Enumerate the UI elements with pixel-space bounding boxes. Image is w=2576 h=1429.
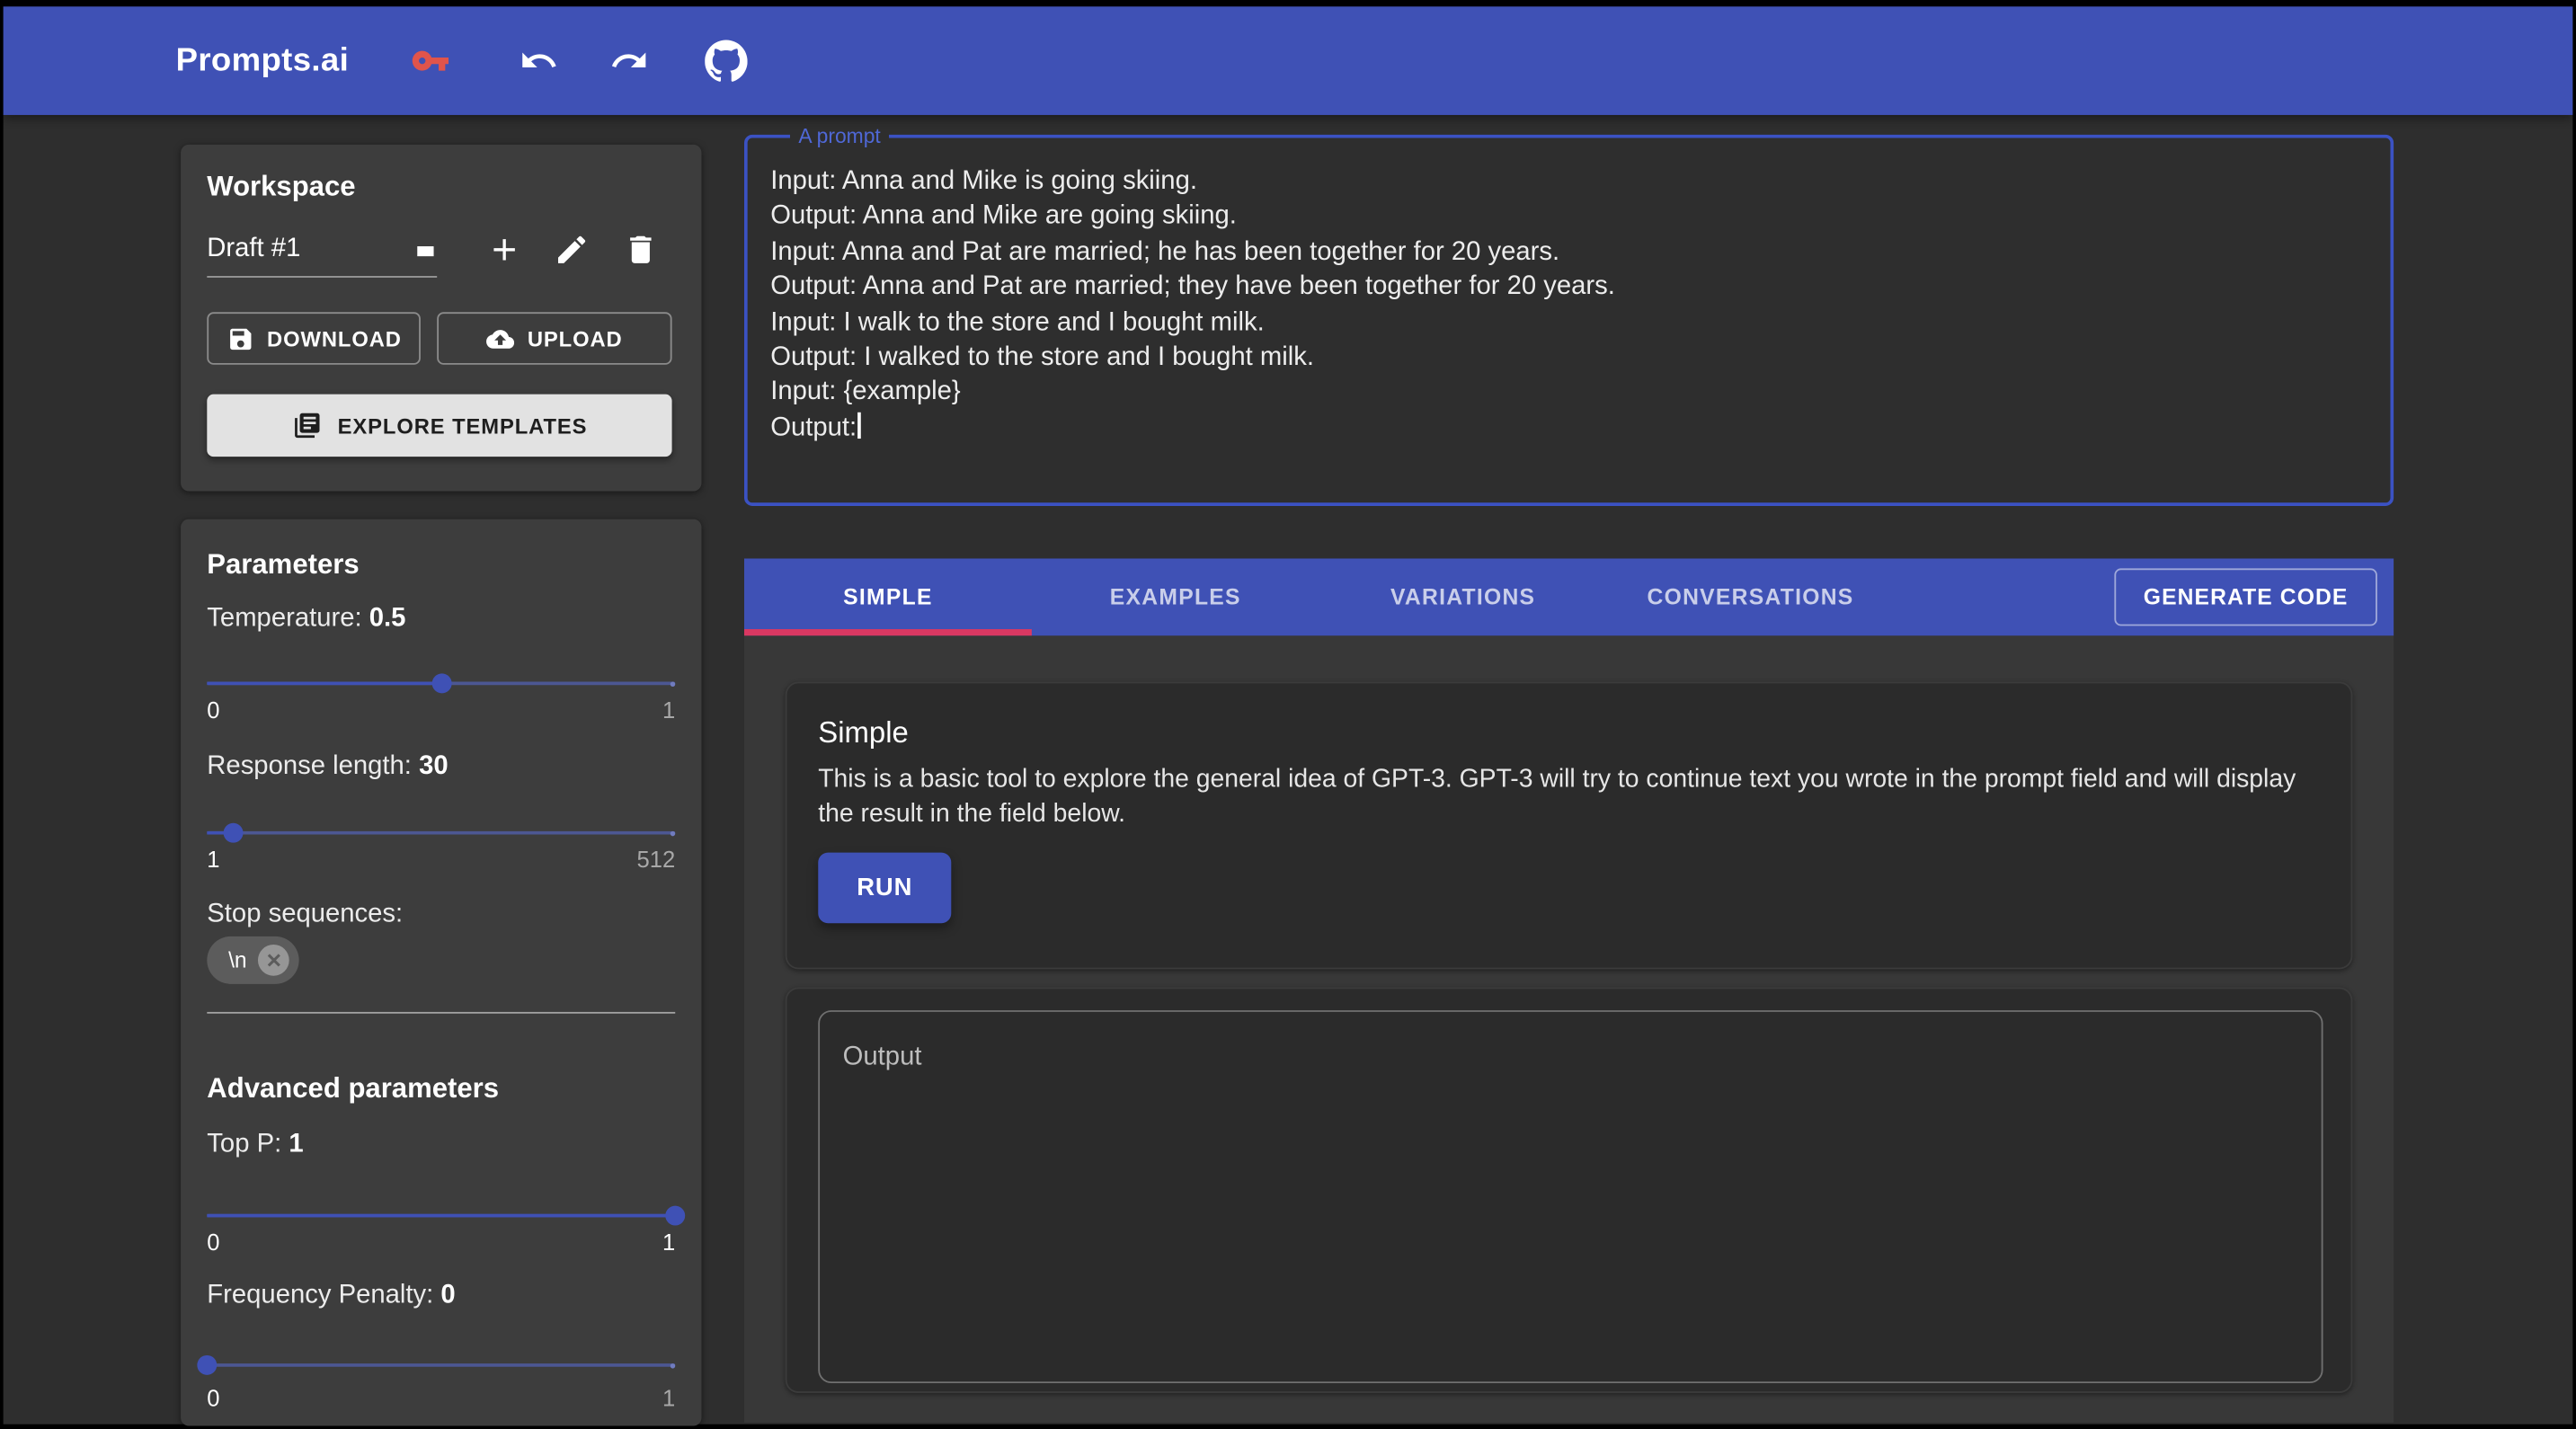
key-icon	[412, 41, 451, 81]
dropdown-caret-icon	[417, 246, 433, 256]
explore-templates-label: EXPLORE TEMPLATES	[338, 413, 588, 438]
frequency-penalty-value: 0	[440, 1282, 455, 1309]
prompt-line: Input: Anna and Mike is going skiing.	[770, 164, 2367, 200]
frequency-penalty-min: 0	[207, 1385, 219, 1411]
stop-sequences-underline[interactable]	[207, 1012, 675, 1014]
frequency-penalty-minmax: 0 1	[207, 1385, 675, 1411]
workspace-panel: Workspace Draft #1 DOWNLOAD	[181, 145, 701, 492]
temperature-label: Temperature: 0.5	[207, 605, 405, 635]
simple-description: This is a basic tool to explore the gene…	[818, 762, 2321, 831]
app-title: Prompts.ai	[176, 42, 350, 80]
response-length-slider[interactable]	[207, 823, 675, 843]
upload-button[interactable]: UPLOAD	[437, 312, 671, 364]
explore-templates-button[interactable]: EXPLORE TEMPLATES	[207, 395, 671, 457]
api-key-button[interactable]	[412, 41, 451, 81]
save-icon	[226, 324, 253, 352]
frequency-penalty-max: 1	[662, 1385, 675, 1411]
redo-button[interactable]	[610, 41, 650, 81]
edit-workspace-button[interactable]	[544, 224, 600, 280]
workspace-select-value: Draft #1	[207, 226, 437, 272]
undo-button[interactable]	[520, 41, 559, 81]
active-tab-indicator	[744, 628, 1032, 635]
prompt-field-legend: A prompt	[790, 125, 889, 148]
temperature-minmax: 0 1	[207, 697, 675, 723]
prompt-line: Output: Anna and Mike are going skiing.	[770, 200, 2367, 235]
top-p-value: 1	[289, 1131, 303, 1158]
delete-icon	[623, 231, 659, 272]
prompt-field[interactable]: A prompt Input: Anna and Mike is going s…	[744, 125, 2394, 506]
temperature-min: 0	[207, 697, 219, 723]
add-workspace-button[interactable]	[476, 224, 532, 280]
download-button[interactable]: DOWNLOAD	[207, 312, 421, 364]
frequency-penalty-slider-thumb[interactable]	[197, 1355, 217, 1375]
temperature-max: 1	[662, 697, 675, 723]
response-length-slider-thumb[interactable]	[224, 823, 244, 843]
simple-heading: Simple	[818, 716, 909, 750]
stop-sequence-chip-text: \n	[228, 948, 247, 972]
temperature-slider-thumb[interactable]	[431, 673, 451, 693]
prompt-line: Input: {example}	[770, 376, 2367, 411]
top-p-slider-thumb[interactable]	[665, 1206, 685, 1226]
github-icon	[706, 40, 749, 83]
tab-conversations[interactable]: CONVERSATIONS	[1607, 558, 1895, 635]
temperature-slider[interactable]	[207, 673, 675, 693]
advanced-parameters-heading: Advanced parameters	[207, 1073, 499, 1106]
top-p-label: Top P: 1	[207, 1131, 303, 1160]
response-length-minmax: 1 512	[207, 846, 675, 872]
undo-icon	[520, 41, 559, 81]
response-length-value: 30	[419, 752, 449, 780]
edit-icon	[554, 231, 590, 272]
mode-tabs: SIMPLE EXAMPLES VARIATIONS CONVERSATIONS…	[744, 558, 2394, 635]
response-length-max: 512	[637, 846, 676, 872]
parameters-panel: Parameters Temperature: 0.5 0 1 Response…	[181, 519, 701, 1426]
generate-code-button[interactable]: GENERATE CODE	[2114, 568, 2376, 626]
prompt-line: Input: Anna and Pat are married; he has …	[770, 235, 2367, 270]
parameters-heading: Parameters	[207, 548, 359, 581]
workspace-heading: Workspace	[207, 171, 355, 204]
workspace-select[interactable]: Draft #1	[207, 226, 437, 278]
tab-examples[interactable]: EXAMPLES	[1032, 558, 1319, 635]
output-section: Output	[786, 988, 2353, 1393]
upload-label: UPLOAD	[528, 326, 623, 351]
library-books-icon	[291, 411, 321, 440]
prompt-line: Input: I walk to the store and I bought …	[770, 305, 2367, 340]
text-cursor	[858, 412, 861, 438]
github-button[interactable]	[706, 40, 749, 83]
run-button[interactable]: RUN	[818, 853, 951, 924]
cloud-upload-icon	[486, 324, 514, 352]
stop-sequence-chip[interactable]: \n ✕	[207, 936, 299, 984]
output-field[interactable]: Output	[818, 1010, 2323, 1383]
chip-delete-icon[interactable]: ✕	[258, 945, 289, 976]
add-icon	[486, 231, 522, 272]
stop-sequences-label: Stop sequences:	[207, 901, 403, 930]
redo-icon	[610, 41, 650, 81]
temperature-value: 0.5	[369, 605, 406, 633]
frequency-penalty-slider[interactable]	[207, 1355, 675, 1375]
prompt-line: Output: Anna and Pat are married; they h…	[770, 270, 2367, 305]
response-length-label: Response length: 30	[207, 752, 448, 782]
navbar: Prompts.ai	[4, 6, 2573, 115]
top-p-min: 0	[207, 1229, 219, 1255]
frequency-penalty-label: Frequency Penalty: 0	[207, 1282, 455, 1311]
delete-workspace-button[interactable]	[613, 224, 669, 280]
simple-section: Simple This is a basic tool to explore t…	[786, 682, 2353, 970]
top-p-slider[interactable]	[207, 1206, 675, 1226]
response-length-min: 1	[207, 846, 219, 872]
top-p-max: 1	[662, 1229, 675, 1255]
tab-variations[interactable]: VARIATIONS	[1319, 558, 1607, 635]
prompt-line-last: Output:	[770, 411, 2367, 446]
download-label: DOWNLOAD	[267, 326, 402, 351]
prompt-line: Output: I walked to the store and I boug…	[770, 340, 2367, 375]
tab-simple[interactable]: SIMPLE	[744, 558, 1032, 635]
top-p-minmax: 0 1	[207, 1229, 675, 1255]
output-placeholder: Output	[843, 1043, 922, 1073]
